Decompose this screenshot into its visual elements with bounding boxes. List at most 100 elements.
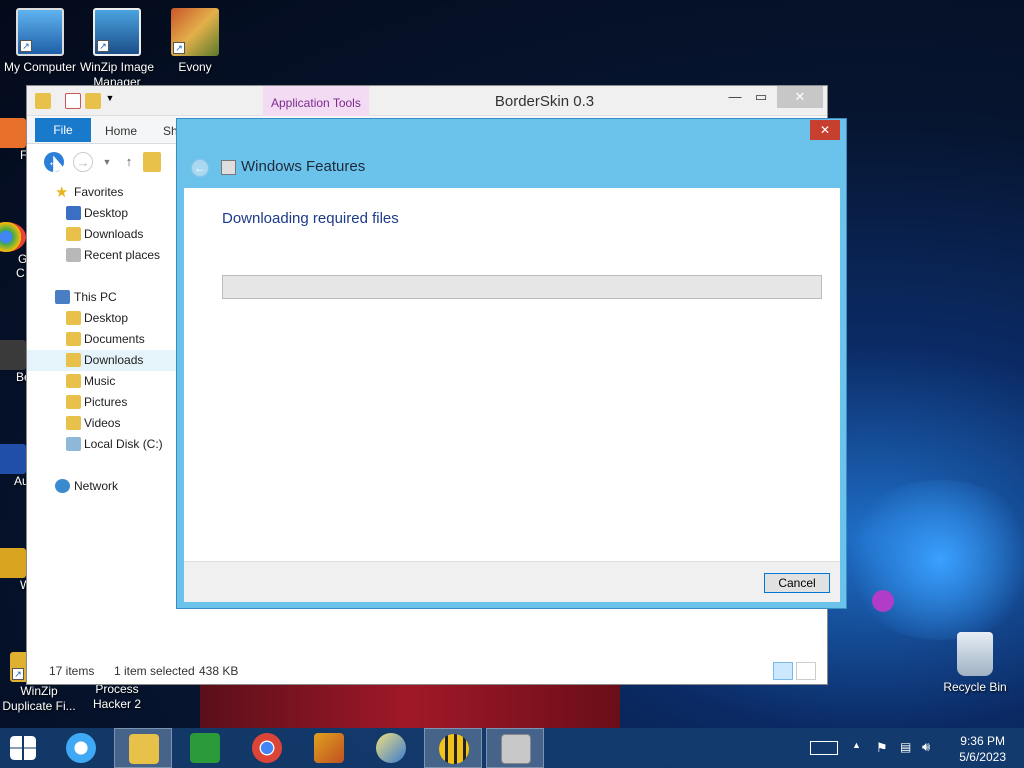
selection-count: 1 item selected bbox=[114, 664, 195, 678]
taskbar: ▲ ⚑ ▤ 🔊︎ 9:36 PM 5/6/2023 bbox=[0, 728, 1024, 768]
desktop-icon-recycle-bin[interactable]: Recycle Bin bbox=[935, 632, 1015, 694]
music-folder-icon bbox=[66, 374, 81, 388]
evony-icon: ↗ bbox=[171, 8, 219, 56]
nav-item-documents[interactable]: Documents bbox=[35, 329, 177, 350]
taskbar-media-app[interactable] bbox=[300, 728, 358, 768]
computer-icon bbox=[55, 290, 70, 304]
dialog-footer: Cancel bbox=[184, 561, 840, 602]
back-arrow-icon[interactable]: ← bbox=[191, 159, 209, 177]
desktop-icon-label: Process Hacker 2 bbox=[92, 682, 142, 711]
nav-item-pc-downloads[interactable]: Downloads bbox=[27, 350, 177, 371]
clock-time: 9:36 PM bbox=[960, 734, 1005, 748]
file-explorer-icon bbox=[129, 734, 159, 764]
nav-item-network[interactable]: Network bbox=[35, 476, 177, 497]
desktop-edge-icon[interactable]: F bbox=[0, 118, 28, 162]
recent-locations-button[interactable]: ▼ bbox=[97, 152, 117, 172]
media-icon bbox=[314, 733, 344, 763]
shortcut-arrow-icon: ↗ bbox=[173, 42, 185, 54]
nav-item-pc-desktop[interactable]: Desktop bbox=[35, 308, 177, 329]
nav-item-downloads[interactable]: Downloads bbox=[35, 224, 177, 245]
videos-folder-icon bbox=[66, 416, 81, 430]
wallpaper-glow bbox=[840, 480, 1024, 640]
clock[interactable]: 9:36 PM 5/6/2023 bbox=[959, 733, 1006, 765]
desktop-icon-label: Recycle Bin bbox=[943, 680, 1007, 694]
desktop-edge-icon[interactable]: Be bbox=[0, 340, 28, 384]
show-hidden-icons-button[interactable]: ▲ bbox=[852, 740, 861, 750]
taskbar-store[interactable] bbox=[176, 728, 234, 768]
up-button[interactable]: ↑ bbox=[119, 152, 139, 172]
nav-item-local-disk[interactable]: Local Disk (C:) bbox=[35, 434, 177, 455]
navigation-pane: ★ Favorites Desktop Downloads Recent plac… bbox=[27, 182, 177, 497]
volume-icon[interactable]: 🔊︎ bbox=[922, 739, 930, 755]
clock-date: 5/6/2023 bbox=[959, 750, 1006, 764]
borderskin-icon bbox=[501, 734, 531, 764]
desktop-icon-label: WinZip Duplicate Fi... bbox=[2, 684, 76, 713]
drive-icon bbox=[66, 437, 81, 451]
nav-item-recent-places[interactable]: Recent places bbox=[35, 245, 177, 266]
computer-icon: ↗ bbox=[16, 8, 64, 56]
internet-explorer-icon bbox=[66, 733, 96, 763]
desktop-edge-icon[interactable]: GC bbox=[0, 222, 28, 298]
desktop-edge-icon[interactable]: Au bbox=[0, 444, 28, 488]
desktop-icon-evony[interactable]: ↗ Evony bbox=[155, 8, 235, 74]
status-bar: 17 items 1 item selected 438 KB bbox=[27, 658, 827, 684]
taskbar-bee-app[interactable] bbox=[424, 728, 482, 768]
pictures-folder-icon bbox=[66, 395, 81, 409]
windows-features-icon bbox=[221, 160, 236, 175]
explorer-titlebar[interactable]: ▼ Application Tools BorderSkin 0.3 — ▭ ✕ bbox=[27, 86, 827, 116]
tab-file[interactable]: File bbox=[35, 118, 91, 142]
downloads-folder-icon bbox=[66, 353, 81, 367]
folder-icon bbox=[143, 152, 161, 172]
item-count: 17 items bbox=[49, 664, 95, 678]
taskbar-app[interactable] bbox=[362, 728, 420, 768]
system-tray: ▲ ⚑ ▤ 🔊︎ bbox=[808, 728, 948, 768]
app-icon bbox=[0, 548, 26, 578]
chrome-icon bbox=[252, 733, 282, 763]
desktop-icon-winzip-image-manager[interactable]: ↗ WinZip Image Manager bbox=[77, 8, 157, 90]
nav-item-pictures[interactable]: Pictures bbox=[35, 392, 177, 413]
dialog-body: Downloading required files bbox=[184, 188, 840, 561]
downloads-folder-icon bbox=[66, 227, 81, 241]
dialog-close-button[interactable]: ✕ bbox=[810, 120, 840, 140]
dialog-title: Windows Features bbox=[241, 158, 366, 175]
large-icons-view-button[interactable] bbox=[796, 662, 816, 680]
chrome-icon bbox=[0, 222, 26, 252]
documents-folder-icon bbox=[66, 332, 81, 346]
taskbar-chrome[interactable] bbox=[238, 728, 296, 768]
nav-item-this-pc[interactable]: This PC bbox=[35, 287, 177, 308]
taskbar-borderskin[interactable] bbox=[486, 728, 544, 768]
keyboard-icon[interactable] bbox=[810, 741, 838, 755]
shortcut-arrow-icon: ↗ bbox=[12, 668, 24, 680]
maximize-button[interactable]: ▭ bbox=[747, 86, 775, 108]
windows-features-dialog[interactable]: ✕ ← Windows Features Downloading require… bbox=[176, 118, 847, 609]
desktop-edge-icon[interactable]: W bbox=[0, 548, 28, 592]
close-button[interactable]: ✕ bbox=[777, 86, 823, 108]
store-icon bbox=[190, 733, 220, 763]
network-icon[interactable]: ▤ bbox=[900, 740, 911, 754]
recent-places-icon bbox=[66, 248, 81, 262]
forward-button[interactable]: → bbox=[73, 152, 93, 172]
desktop-icon-label: Evony bbox=[178, 60, 212, 74]
window-title: BorderSkin 0.3 bbox=[494, 93, 595, 110]
desktop-icon-my-computer[interactable]: ↗ My Computer bbox=[0, 8, 80, 74]
details-view-button[interactable] bbox=[773, 662, 793, 680]
winzip-image-manager-icon: ↗ bbox=[93, 8, 141, 56]
start-button[interactable] bbox=[0, 728, 48, 768]
wallpaper-figure bbox=[200, 684, 620, 728]
folder-icon bbox=[66, 311, 81, 325]
network-icon bbox=[55, 479, 70, 493]
tab-home[interactable]: Home bbox=[105, 124, 137, 138]
desktop-icon-process-hacker[interactable]: Process Hacker 2 bbox=[77, 682, 157, 712]
nav-item-favorites[interactable]: ★ Favorites bbox=[35, 182, 177, 203]
nav-item-music[interactable]: Music bbox=[35, 371, 177, 392]
recycle-bin-icon bbox=[957, 632, 993, 676]
cancel-button[interactable]: Cancel bbox=[764, 573, 830, 593]
nav-item-videos[interactable]: Videos bbox=[35, 413, 177, 434]
action-center-flag-icon[interactable]: ⚑ bbox=[876, 740, 888, 756]
dialog-heading: Downloading required files bbox=[222, 210, 399, 227]
taskbar-internet-explorer[interactable] bbox=[52, 728, 110, 768]
app-icon bbox=[376, 733, 406, 763]
taskbar-file-explorer[interactable] bbox=[114, 728, 172, 768]
nav-item-desktop[interactable]: Desktop bbox=[35, 203, 177, 224]
minimize-button[interactable]: — bbox=[721, 86, 749, 108]
